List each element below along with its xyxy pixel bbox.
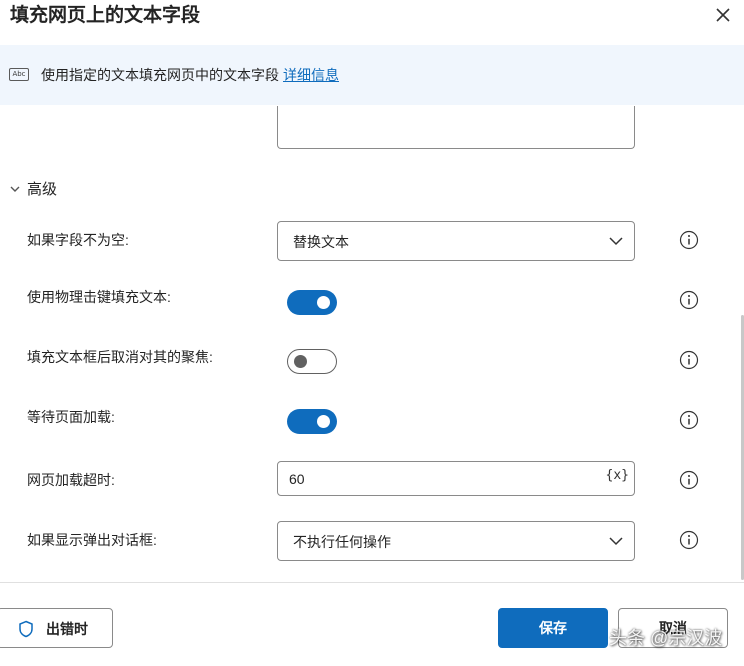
on-error-button[interactable]: 出错时 <box>0 608 113 648</box>
info-icon[interactable] <box>679 290 699 310</box>
info-icon[interactable] <box>679 530 699 550</box>
advanced-section-title[interactable]: 高级 <box>27 180 57 200</box>
cancel-button[interactable]: 取消 <box>618 608 728 648</box>
on-error-label: 出错时 <box>46 621 88 637</box>
if-popup-shown-select[interactable]: 不执行任何操作 <box>277 521 635 561</box>
banner-text: 使用指定的文本填充网页中的文本字段 <box>41 67 279 83</box>
if-field-not-empty-select[interactable]: 替换文本 <box>277 221 635 261</box>
info-icon[interactable] <box>679 410 699 430</box>
toggle-knob <box>317 296 330 309</box>
chevron-down-icon[interactable] <box>9 184 21 194</box>
unfocus-after-fill-toggle[interactable] <box>287 349 337 374</box>
select-value: 不执行任何操作 <box>293 534 391 550</box>
text-to-fill-field[interactable] <box>277 106 635 149</box>
banner-description: 使用指定的文本填充网页中的文本字段 详细信息 <box>41 65 339 85</box>
footer-divider <box>0 582 744 583</box>
use-physical-keystrokes-toggle[interactable] <box>287 290 337 315</box>
variable-insert-button[interactable]: {x} <box>606 467 629 485</box>
close-icon[interactable] <box>711 3 735 27</box>
chevron-down-icon <box>609 537 623 546</box>
page-load-timeout-input[interactable]: 60 {x} <box>277 461 635 496</box>
wait-for-page-load-toggle[interactable] <box>287 409 337 434</box>
if-popup-shown-label: 如果显示弹出对话框: <box>27 532 157 548</box>
wait-for-page-load-label: 等待页面加载: <box>27 409 115 425</box>
timeout-value: 60 <box>289 471 305 487</box>
info-icon[interactable] <box>679 350 699 370</box>
description-banner: Abc 使用指定的文本填充网页中的文本字段 详细信息 <box>0 45 744 105</box>
shield-icon <box>19 620 33 638</box>
text-field-abc-icon: Abc <box>9 68 29 81</box>
save-button[interactable]: 保存 <box>498 608 608 648</box>
chevron-down-icon <box>609 237 623 246</box>
toggle-knob <box>317 415 330 428</box>
dialog-title: 填充网页上的文本字段 <box>10 5 201 26</box>
more-info-link[interactable]: 详细信息 <box>283 67 339 83</box>
info-icon[interactable] <box>679 470 699 490</box>
page-load-timeout-label: 网页加载超时: <box>27 472 115 488</box>
if-field-not-empty-label: 如果字段不为空: <box>27 232 129 248</box>
toggle-knob <box>294 355 307 368</box>
use-physical-keystrokes-label: 使用物理击键填充文本: <box>27 289 171 305</box>
unfocus-after-fill-label: 填充文本框后取消对其的聚焦: <box>27 349 213 365</box>
select-value: 替换文本 <box>293 234 349 250</box>
info-icon[interactable] <box>679 230 699 250</box>
